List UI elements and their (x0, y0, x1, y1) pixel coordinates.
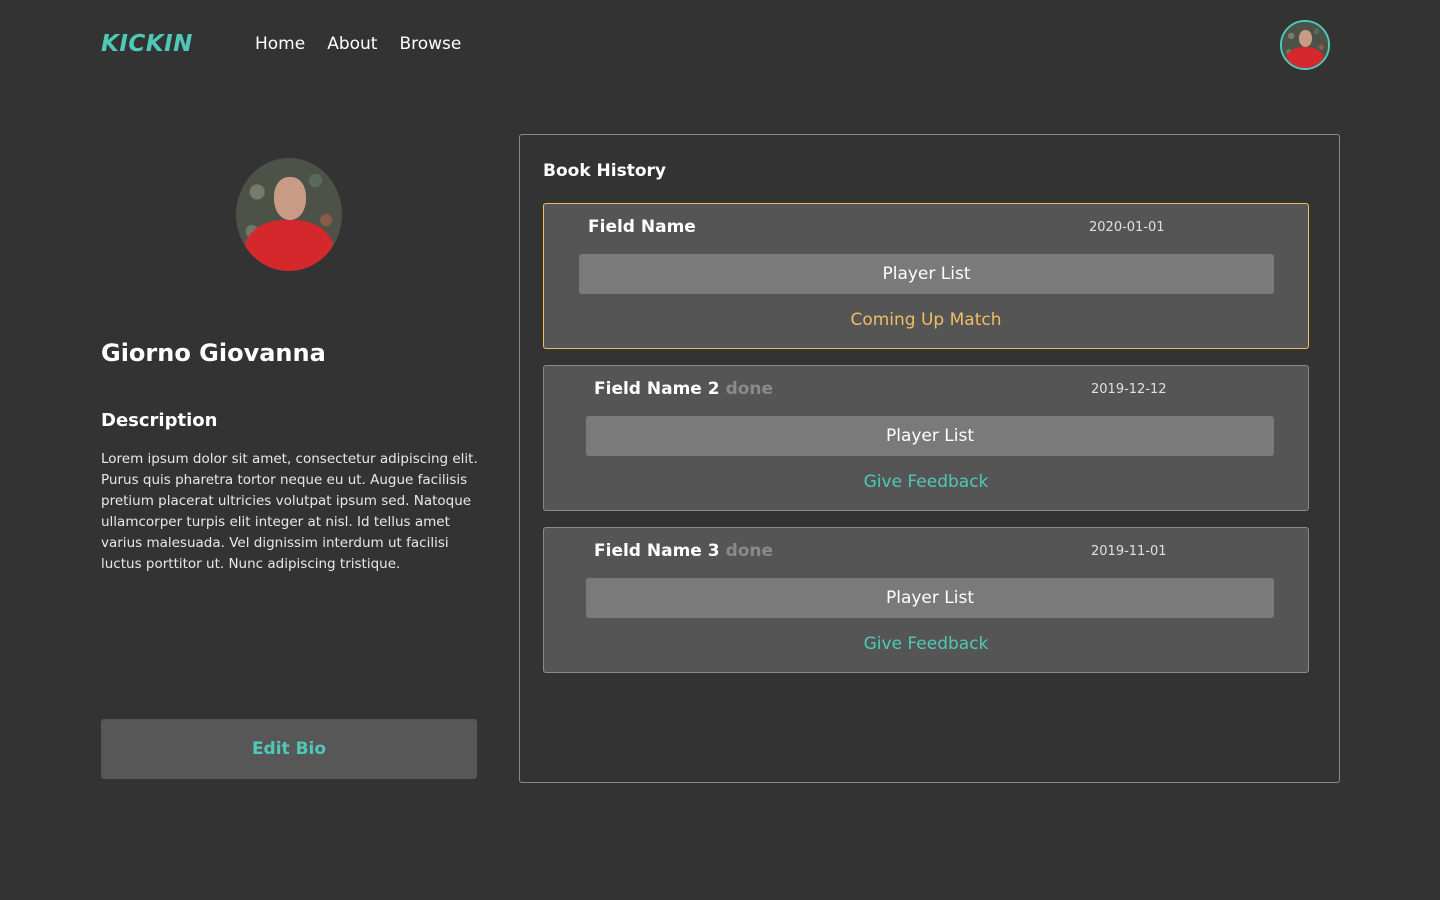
nav-browse[interactable]: Browse (399, 34, 461, 54)
profile-page: KICKIN Home About Browse Giorno Giovanna… (0, 0, 1440, 900)
field-name-text: Field Name 3 (594, 541, 720, 561)
player-list-button[interactable]: Player List (586, 416, 1274, 456)
edit-bio-button[interactable]: Edit Bio (101, 719, 477, 779)
user-menu-avatar[interactable] (1280, 20, 1330, 70)
coming-up-match-link[interactable]: Coming Up Match (544, 310, 1308, 330)
avatar-image (1282, 22, 1328, 68)
booking-date: 2019-12-12 (1091, 382, 1167, 397)
booking-date: 2020-01-01 (1089, 220, 1165, 235)
brand-logo[interactable]: KICKIN (101, 31, 193, 57)
player-list-button[interactable]: Player List (579, 254, 1274, 294)
booking-field-name: Field Name 3 done (594, 541, 773, 561)
main-nav: Home About Browse (255, 34, 483, 54)
nav-about[interactable]: About (327, 34, 377, 54)
booking-card: Field Name 2020-01-01 Player List Coming… (543, 203, 1309, 349)
profile-name: Giorno Giovanna (101, 339, 326, 367)
booking-date: 2019-11-01 (1091, 544, 1167, 559)
description-text: Lorem ipsum dolor sit amet, consectetur … (101, 451, 478, 572)
book-history-panel: Book History Field Name 2020-01-01 Playe… (519, 134, 1340, 783)
field-name-text: Field Name 2 (594, 379, 720, 399)
book-history-title: Book History (543, 161, 666, 181)
field-name-text: Field Name (588, 217, 696, 237)
profile-photo (236, 158, 342, 271)
player-list-button[interactable]: Player List (586, 578, 1274, 618)
description-heading: Description (101, 410, 218, 431)
booking-card: Field Name 3 done 2019-11-01 Player List … (543, 527, 1309, 673)
give-feedback-link[interactable]: Give Feedback (544, 634, 1308, 654)
booking-card: Field Name 2 done 2019-12-12 Player List … (543, 365, 1309, 511)
nav-home[interactable]: Home (255, 34, 305, 54)
profile-avatar (236, 158, 342, 271)
booking-field-name: Field Name (588, 217, 696, 237)
booking-status: done (725, 541, 774, 561)
booking-status: done (725, 379, 774, 399)
give-feedback-link[interactable]: Give Feedback (544, 472, 1308, 492)
booking-field-name: Field Name 2 done (594, 379, 773, 399)
